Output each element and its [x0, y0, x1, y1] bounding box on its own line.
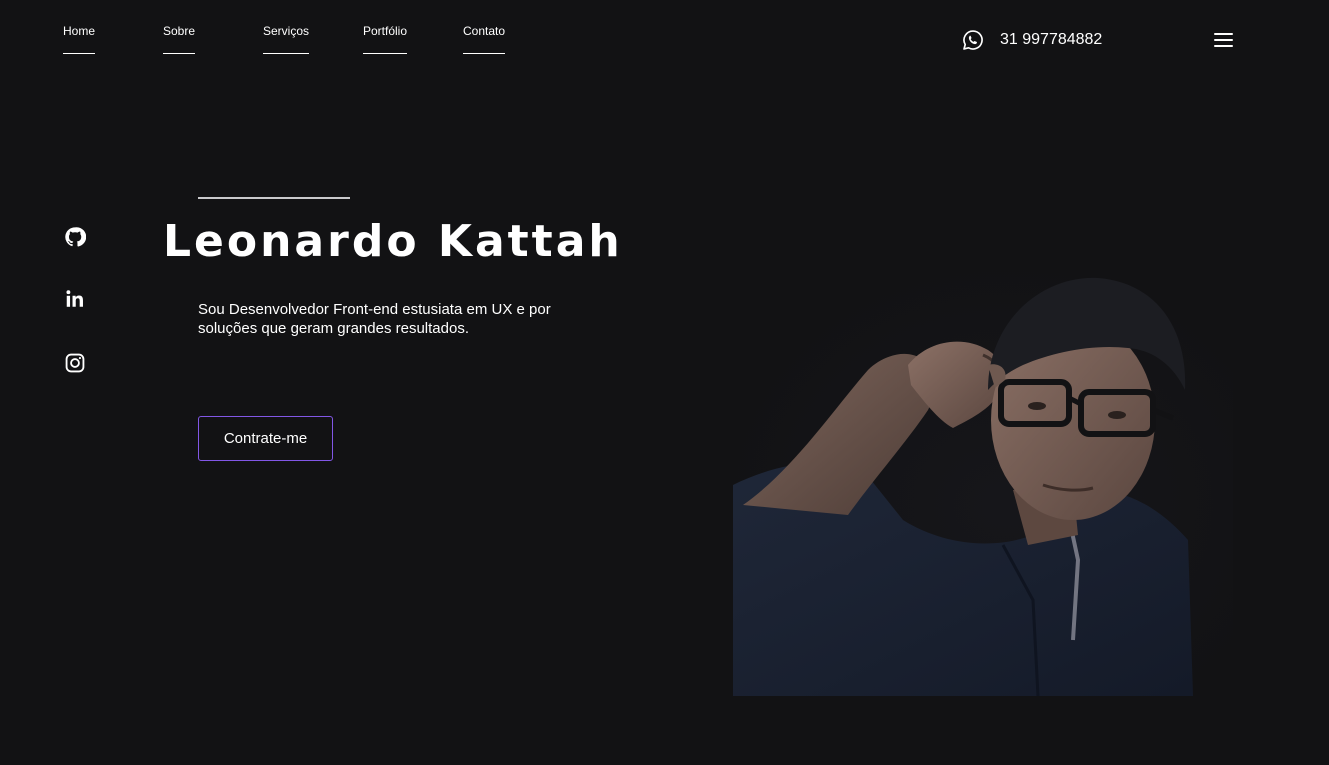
- nav-item-portfolio[interactable]: Portfólio: [363, 24, 408, 54]
- hero-divider: [198, 197, 350, 199]
- instagram-icon[interactable]: [64, 352, 86, 374]
- hire-me-button[interactable]: Contrate-me: [198, 416, 333, 461]
- menu-bar: [1214, 45, 1233, 47]
- whatsapp-contact[interactable]: 31 997784882: [962, 29, 1102, 51]
- menu-bar: [1214, 33, 1233, 35]
- hero-description: Sou Desenvolvedor Front-end estusiata em…: [198, 301, 551, 337]
- menu-bar: [1214, 39, 1233, 41]
- page: Home Sobre Serviços Portfólio Contato 31…: [0, 0, 1329, 765]
- hero-name: Leonardo Kattah: [163, 216, 623, 267]
- github-icon[interactable]: [64, 226, 86, 248]
- whatsapp-icon: [962, 29, 984, 51]
- profile-photo: [733, 270, 1233, 696]
- nav-item-servicos[interactable]: Serviços: [263, 24, 310, 54]
- hamburger-menu-icon[interactable]: [1214, 31, 1234, 49]
- nav-item-contato[interactable]: Contato: [463, 24, 506, 54]
- linkedin-icon[interactable]: [64, 288, 86, 310]
- nav-item-sobre[interactable]: Sobre: [163, 24, 196, 54]
- nav-item-home[interactable]: Home: [63, 24, 96, 54]
- top-nav: Home Sobre Serviços Portfólio Contato 31…: [0, 0, 1329, 70]
- phone-number: 31 997784882: [1000, 31, 1103, 48]
